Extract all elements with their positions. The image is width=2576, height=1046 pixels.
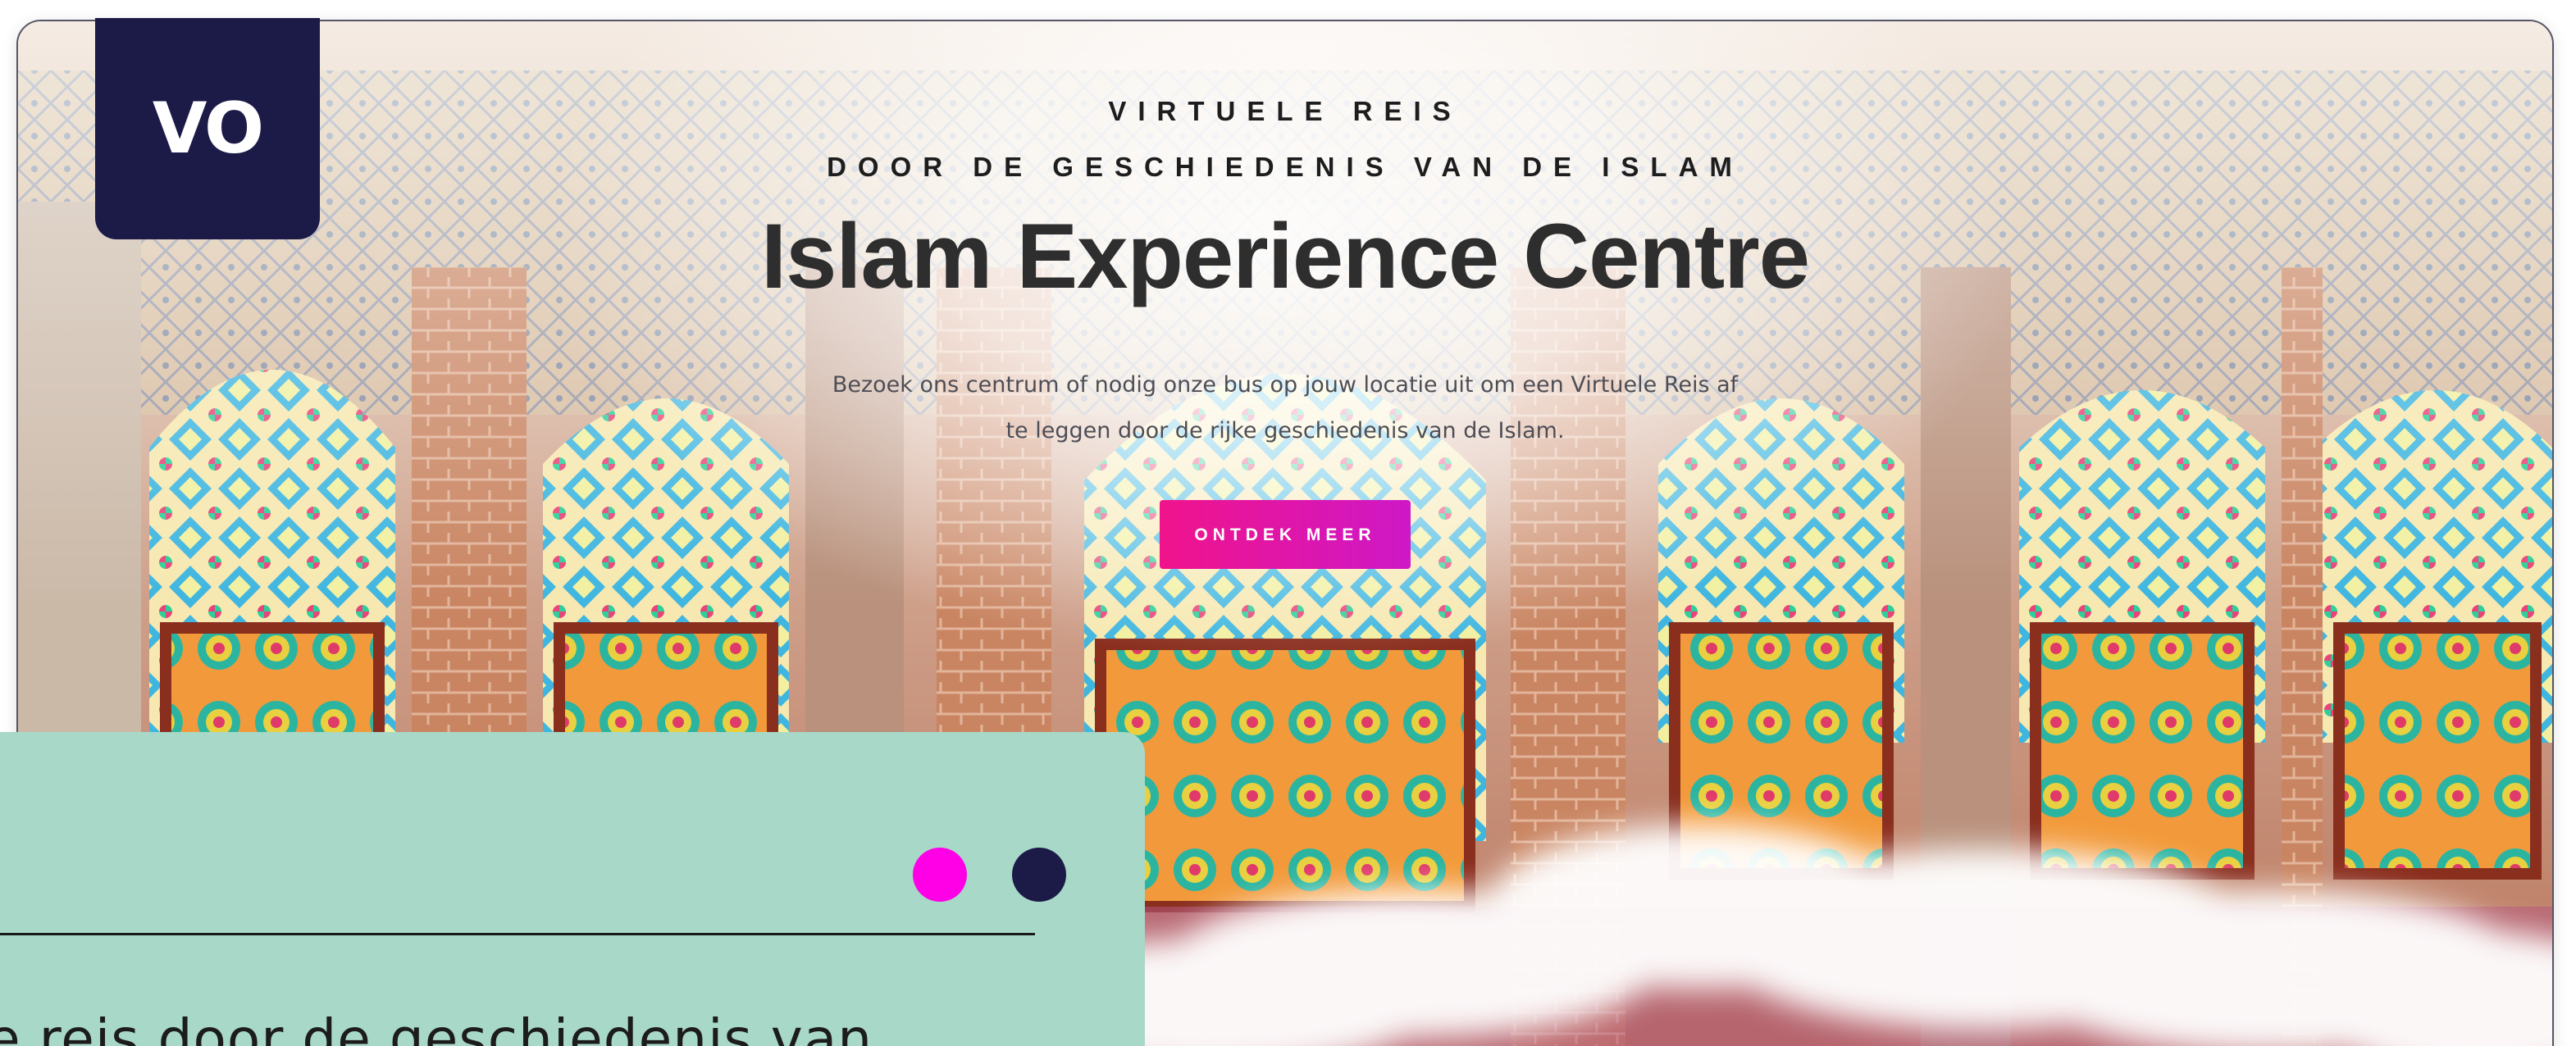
intro-panel: e reis door de geschiedenis van	[0, 732, 1145, 1046]
hero-text-block: VIRTUELE REIS DOOR DE GESCHIEDENIS VAN D…	[18, 84, 2552, 569]
pink-dot	[913, 848, 967, 902]
panel-divider	[0, 933, 1035, 935]
hero-description: Bezoek ons centrum of nodig onze bus op …	[832, 372, 1739, 443]
site-logo[interactable]: VO	[95, 18, 320, 239]
hero-kicker-line-2: DOOR DE GESCHIEDENIS VAN DE ISLAM	[827, 152, 1744, 182]
page: VIRTUELE REIS DOOR DE GESCHIEDENIS VAN D…	[0, 0, 2576, 1046]
discover-more-button[interactable]: ONTDEK MEER	[1160, 500, 1411, 569]
hero-title: Islam Experience Centre	[760, 205, 1810, 307]
panel-heading: e reis door de geschiedenis van	[0, 1007, 873, 1046]
navy-dot	[1012, 848, 1066, 902]
hero-kicker-line-1: VIRTUELE REIS	[1108, 96, 1462, 126]
